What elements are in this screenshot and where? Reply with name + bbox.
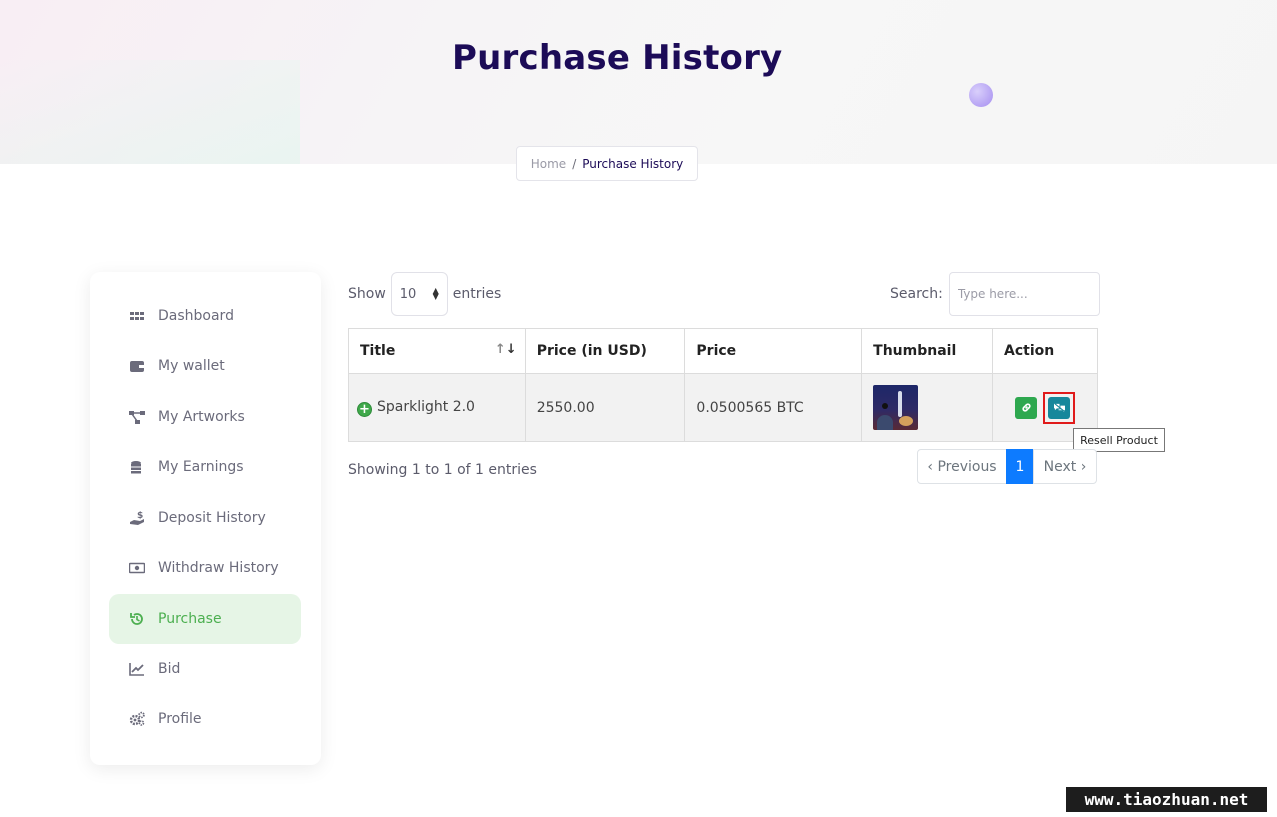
table-row: + Sparklight 2.0 2550.00 0.0500565 BTC <box>348 373 1098 442</box>
entries-label: entries <box>452 286 502 302</box>
sidebar-item-label: Purchase <box>158 611 222 627</box>
sidebar-item-withdraw-history[interactable]: Withdraw History <box>109 543 301 593</box>
product-thumbnail[interactable] <box>873 385 919 430</box>
view-link-button[interactable] <box>1015 396 1038 419</box>
search-label: Search: <box>890 286 943 302</box>
sidebar-item-my-earnings[interactable]: My Earnings <box>109 442 301 492</box>
entries-select-value: 10 <box>399 286 417 302</box>
breadcrumb-home-link[interactable]: Home <box>531 157 566 171</box>
decorative-bubble <box>969 83 993 107</box>
purchase-history-table: Title ↑↓ Price (in USD) Price Thumbnail … <box>348 328 1098 442</box>
column-header-title[interactable]: Title ↑↓ <box>348 328 526 374</box>
cell-title: + Sparklight 2.0 <box>348 373 526 442</box>
breadcrumb-current: Purchase History <box>582 156 684 171</box>
sidebar-item-label: Withdraw History <box>158 560 279 576</box>
sort-icon: ↑↓ <box>494 342 517 357</box>
watermark: www.tiaozhuan.net <box>1066 787 1267 812</box>
sidebar-item-label: Profile <box>158 711 202 727</box>
sidebar-item-purchase[interactable]: Purchase <box>109 594 301 644</box>
chart-line-icon <box>129 661 145 677</box>
resell-highlight-box <box>1043 391 1076 424</box>
sidebar-item-label: Bid <box>158 661 181 677</box>
page-title: Purchase History <box>452 38 783 78</box>
entries-select[interactable]: 10 ▲ ▼ <box>390 272 448 316</box>
pagination: ‹ Previous 1 Next › <box>917 449 1097 484</box>
show-label: Show <box>348 286 386 302</box>
entries-length-control: Show 10 ▲ ▼ entries <box>348 272 501 316</box>
money-bill-icon <box>129 560 145 576</box>
sidebar-item-my-wallet[interactable]: My wallet <box>109 341 301 391</box>
search-control: Search: <box>890 272 1100 316</box>
sidebar-item-bid[interactable]: Bid <box>109 644 301 694</box>
link-icon <box>1021 403 1031 412</box>
sidebar-item-label: My wallet <box>158 358 225 374</box>
resell-product-button[interactable] <box>1048 396 1071 419</box>
product-title: Sparklight 2.0 <box>377 398 475 415</box>
grid-icon <box>129 308 145 324</box>
coins-icon <box>129 459 145 475</box>
cell-price: 0.0500565 BTC <box>684 373 863 442</box>
cell-thumbnail <box>861 373 994 442</box>
table-header-row: Title ↑↓ Price (in USD) Price Thumbnail … <box>348 328 1098 374</box>
cell-price-usd: 2550.00 <box>524 373 686 442</box>
wallet-icon <box>129 358 145 374</box>
hand-dollar-icon: $ <box>129 510 145 526</box>
column-header-price-usd[interactable]: Price (in USD) <box>524 328 686 374</box>
sidebar-item-label: Deposit History <box>158 510 266 526</box>
search-input[interactable] <box>948 272 1100 316</box>
breadcrumb: Home / Purchase History <box>516 146 698 181</box>
column-header-thumbnail[interactable]: Thumbnail <box>861 328 994 374</box>
cogs-icon <box>129 711 145 727</box>
select-arrows-icon: ▲ ▼ <box>432 286 439 301</box>
page-header-banner <box>0 0 1277 164</box>
svg-text:$: $ <box>137 511 143 521</box>
sidebar-item-label: My Artworks <box>158 409 245 425</box>
sidebar: Dashboard My wallet My Artworks My Earni… <box>90 272 321 765</box>
sidebar-item-deposit-history[interactable]: $ Deposit History <box>109 493 301 543</box>
resell-icon <box>1053 403 1065 413</box>
history-icon <box>129 611 145 627</box>
column-header-action[interactable]: Action <box>992 328 1098 374</box>
sidebar-item-dashboard[interactable]: Dashboard <box>109 291 301 341</box>
table-info: Showing 1 to 1 of 1 entries <box>348 462 537 478</box>
pagination-previous[interactable]: ‹ Previous <box>917 449 1007 484</box>
sidebar-item-label: Dashboard <box>158 308 234 324</box>
sidebar-item-profile[interactable]: Profile <box>109 694 301 744</box>
breadcrumb-separator: / <box>572 156 577 171</box>
network-icon <box>129 409 145 425</box>
pagination-page-1[interactable]: 1 <box>1006 449 1034 484</box>
sidebar-item-my-artworks[interactable]: My Artworks <box>109 392 301 442</box>
column-header-price[interactable]: Price <box>684 328 863 374</box>
expand-row-icon[interactable]: + <box>357 401 372 417</box>
pagination-next[interactable]: Next › <box>1033 449 1097 484</box>
sidebar-item-label: My Earnings <box>158 459 244 475</box>
